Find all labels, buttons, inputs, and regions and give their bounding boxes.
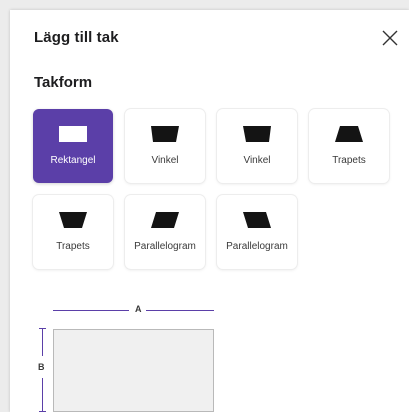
- shape-option-parallelogram-1[interactable]: Parallelogram: [125, 195, 205, 269]
- dialog-title: Lägg till tak: [34, 29, 119, 46]
- roof-shape-grid: Rektangel Vinkel Vinkel Trapets Trapets …: [33, 109, 397, 269]
- shape-option-parallelogram-2[interactable]: Parallelogram: [217, 195, 297, 269]
- angle-right-icon: [125, 123, 205, 145]
- shape-option-label: Vinkel: [151, 155, 179, 166]
- dimension-diagram: A B: [32, 300, 232, 412]
- shape-option-label: Parallelogram: [226, 241, 288, 252]
- shape-option-label: Trapets: [56, 241, 90, 252]
- dimension-b-line: [42, 328, 43, 356]
- dimension-b-label: B: [38, 362, 45, 372]
- roof-preview-rectangle: [53, 329, 214, 412]
- angle-left-icon: [217, 123, 297, 145]
- shape-option-label: Vinkel: [243, 155, 271, 166]
- inverted-trapezoid-icon: [33, 209, 113, 231]
- parallelogram-right-icon: [125, 209, 205, 231]
- trapezoid-icon: [309, 123, 389, 145]
- close-icon[interactable]: [379, 27, 401, 49]
- parallelogram-left-icon: [217, 209, 297, 231]
- dimension-a-label: A: [135, 304, 142, 314]
- dimension-a-line: [53, 310, 129, 311]
- dimension-b-line: [42, 378, 43, 411]
- shape-option-rektangel[interactable]: Rektangel: [33, 109, 113, 183]
- add-roof-dialog: Lägg till tak Takform Rektangel Vinkel V…: [10, 10, 409, 412]
- shape-option-vinkel-2[interactable]: Vinkel: [217, 109, 297, 183]
- roof-shape-heading: Takform: [34, 74, 93, 91]
- shape-option-vinkel-1[interactable]: Vinkel: [125, 109, 205, 183]
- shape-option-label: Rektangel: [50, 155, 96, 166]
- shape-option-label: Parallelogram: [134, 241, 196, 252]
- shape-option-trapets-1[interactable]: Trapets: [309, 109, 389, 183]
- rectangle-icon: [33, 123, 113, 145]
- dimension-a-line: [146, 310, 214, 311]
- shape-option-label: Trapets: [332, 155, 366, 166]
- shape-option-trapets-2[interactable]: Trapets: [33, 195, 113, 269]
